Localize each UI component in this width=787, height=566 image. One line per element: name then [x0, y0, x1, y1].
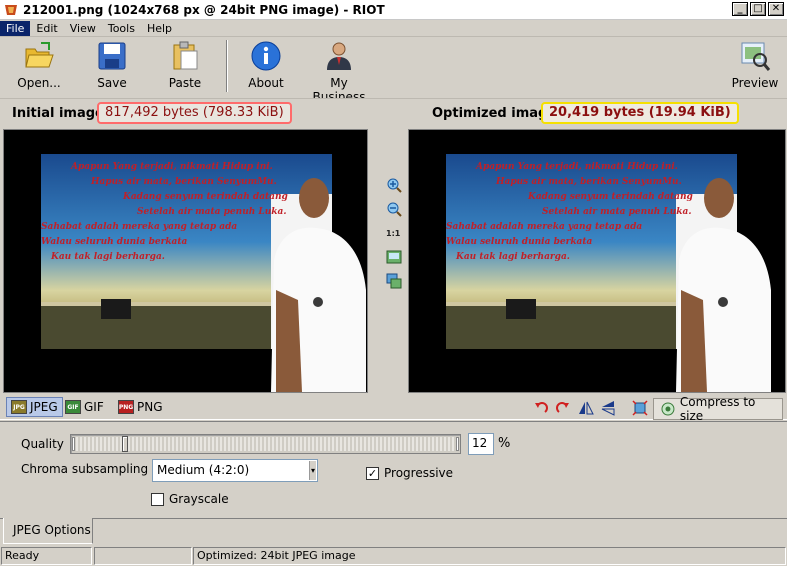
chroma-subsampling-value: Medium (4:2:0) [157, 463, 250, 477]
maximize-button[interactable]: □ [750, 2, 766, 16]
compress-label: Compress to size [679, 395, 756, 423]
quality-slider-track [76, 437, 455, 451]
save-label: Save [97, 76, 127, 90]
status-ready: Ready [1, 547, 92, 565]
compress-gear-icon [661, 402, 675, 416]
tab-label: JPEG Options [13, 523, 91, 537]
title-bar: 212001.png (1024x768 px @ 24bit PNG imag… [0, 0, 787, 20]
png-icon: PNG [118, 400, 134, 414]
my-business-button[interactable]: My Business [303, 40, 375, 104]
minimize-button[interactable]: _ [732, 2, 748, 16]
jpeg-options-panel: Quality 12 % Chroma subsampling Medium (… [0, 421, 787, 518]
zoom-in-icon[interactable] [386, 177, 402, 193]
compare-view-icon[interactable] [386, 273, 402, 289]
flip-vertical-icon[interactable] [600, 400, 616, 416]
about-label: About [248, 76, 284, 90]
zoom-out-icon[interactable] [386, 201, 402, 217]
initial-image-label: Initial image [12, 106, 104, 121]
open-label: Open... [17, 76, 61, 90]
info-icon [251, 41, 281, 71]
open-folder-icon [25, 42, 54, 68]
person-figure-initial [271, 178, 366, 392]
zoom-actual-size-button[interactable]: 1:1 [386, 229, 400, 238]
crop-icon[interactable] [632, 400, 648, 416]
optimized-image-label: Optimized image [432, 106, 557, 121]
compress-to-size-button[interactable]: Compress to size [653, 395, 783, 423]
gif-icon: GIF [65, 400, 81, 414]
grayscale-checkbox[interactable] [151, 493, 164, 506]
rotate-right-icon[interactable] [555, 400, 571, 416]
fit-to-window-icon[interactable] [386, 249, 402, 265]
preview-label: Preview [731, 76, 779, 90]
status-format: Optimized: 24bit JPEG image [193, 547, 786, 565]
menu-edit[interactable]: Edit [30, 21, 63, 36]
preview-button[interactable]: Preview [730, 40, 780, 90]
size-info-bar: Initial image 817,492 bytes (798.33 KiB)… [0, 98, 787, 128]
optimized-image-pane[interactable]: Apapun Yang terjadi, nikmati Hidup ini. … [408, 129, 786, 393]
preview-magnifier-icon [741, 42, 771, 71]
progressive-checkbox[interactable]: ✓ [366, 467, 379, 480]
format-tab-gif[interactable]: GIF GIF [61, 397, 108, 417]
toolbar: Open... Save Paste About My Business Pre… [0, 38, 787, 104]
chroma-subsampling-label: Chroma subsampling [21, 462, 149, 476]
initial-image-pane[interactable]: Apapun Yang terjadi, nikmati Hidup ini. … [3, 129, 368, 393]
menu-help[interactable]: Help [141, 21, 178, 36]
status-middle [94, 547, 192, 565]
menu-bar: File Edit View Tools Help [0, 20, 787, 37]
quality-slider-thumb[interactable] [122, 436, 128, 452]
zoom-toolbar: 1:1 [380, 129, 407, 393]
quality-slider[interactable] [70, 434, 461, 454]
format-tab-label: GIF [84, 400, 104, 414]
paste-label: Paste [168, 76, 202, 90]
flip-horizontal-icon[interactable] [578, 400, 594, 416]
options-tab-strip [0, 518, 787, 545]
status-bar: Ready Optimized: 24bit JPEG image [0, 546, 787, 566]
chroma-subsampling-select[interactable]: Medium (4:2:0) ▾ [152, 459, 318, 482]
menu-file[interactable]: File [0, 20, 31, 36]
close-button[interactable]: ✕ [768, 2, 784, 16]
slider-endcap [456, 437, 459, 451]
save-button[interactable]: Save [91, 40, 133, 90]
riot-app-icon [5, 4, 17, 15]
quality-value-input[interactable]: 12 [468, 433, 494, 455]
jpeg-icon: JPG [11, 400, 27, 414]
tab-jpeg-options[interactable]: JPEG Options [3, 518, 93, 544]
toolbar-separator [226, 40, 228, 92]
businessman-icon [327, 42, 351, 70]
slider-endcap [72, 437, 75, 451]
optimized-size-badge: 20,419 bytes (19.94 KiB) [541, 102, 739, 124]
checkmark-icon: ✓ [367, 467, 378, 480]
chevron-down-icon[interactable]: ▾ [309, 461, 316, 480]
save-disk-icon [98, 42, 126, 70]
menu-view[interactable]: View [64, 21, 102, 36]
format-tab-png[interactable]: PNG PNG [114, 397, 167, 417]
menu-tools[interactable]: Tools [102, 21, 141, 36]
rotate-left-icon[interactable] [533, 400, 549, 416]
progressive-label: Progressive [384, 466, 454, 480]
about-button[interactable]: About [244, 40, 288, 90]
open-button[interactable]: Open... [14, 40, 64, 90]
initial-size-badge: 817,492 bytes (798.33 KiB) [97, 102, 292, 124]
format-tab-label: JPEG [30, 400, 58, 414]
paste-button[interactable]: Paste [164, 40, 206, 90]
grayscale-label: Grayscale [169, 492, 229, 506]
window-title: 212001.png (1024x768 px @ 24bit PNG imag… [23, 2, 385, 17]
format-tab-jpeg[interactable]: JPG JPEG [6, 397, 63, 417]
quality-label: Quality [21, 437, 64, 451]
paste-clipboard-icon [173, 41, 198, 70]
percent-sign: % [498, 436, 511, 451]
person-figure-optimized [676, 178, 771, 392]
format-tab-label: PNG [137, 400, 163, 414]
